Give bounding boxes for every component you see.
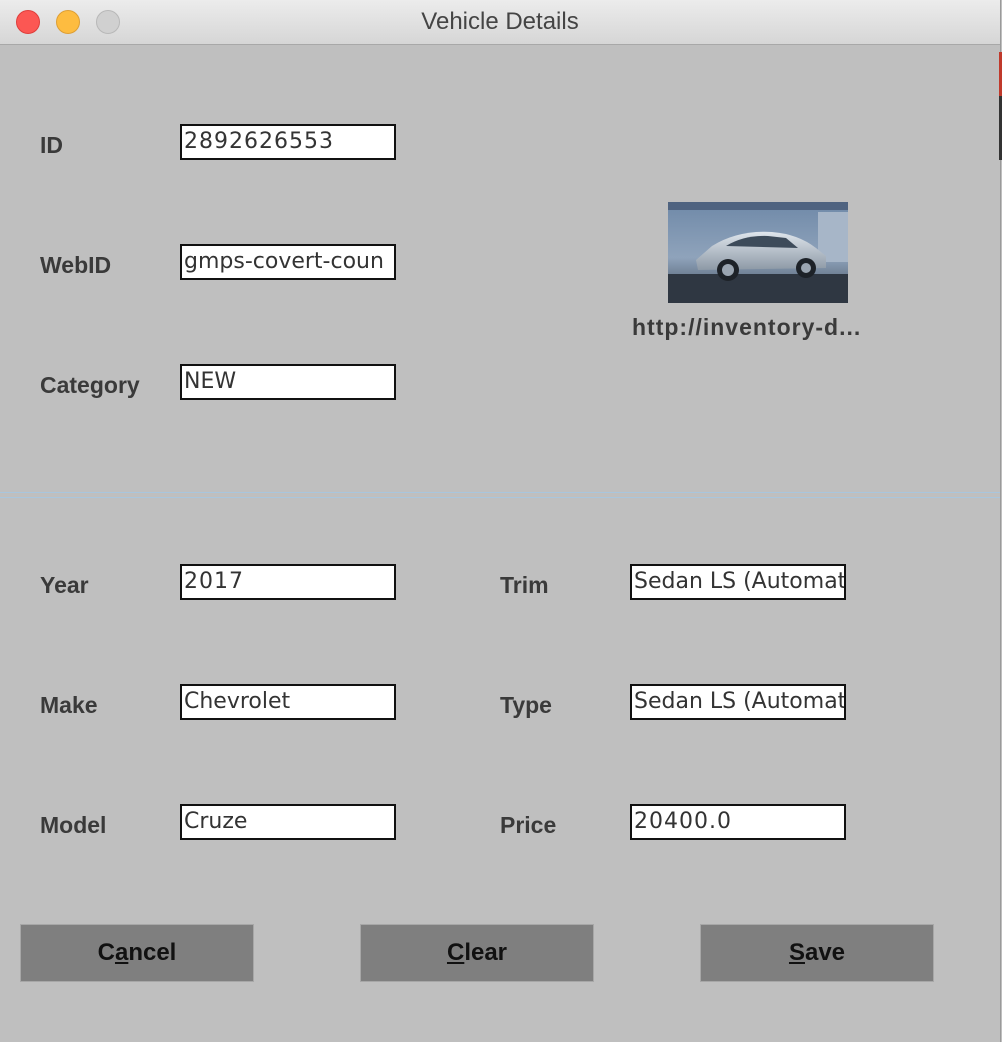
photo-url-text: http://inventory-d... (632, 314, 862, 340)
cancel-mnemonic: a (114, 939, 129, 966)
clear-label-post: lear (464, 939, 508, 966)
clear-mnemonic: C (446, 939, 465, 966)
webid-field[interactable]: gmps-covert-coun (180, 244, 396, 280)
year-field[interactable]: 2017 (180, 564, 396, 600)
save-mnemonic: S (788, 939, 805, 966)
id-label: ID (40, 132, 63, 158)
trim-label: Trim (500, 572, 549, 598)
cancel-label-pre: C (97, 939, 115, 966)
section-divider (0, 492, 1000, 498)
cancel-label-post: ncel (128, 939, 177, 966)
cancel-button[interactable]: Ca ncel (20, 924, 254, 982)
clear-button[interactable]: Clear (360, 924, 594, 982)
type-field[interactable]: Sedan LS (Automat (630, 684, 846, 720)
price-field[interactable]: 20400.0 (630, 804, 846, 840)
save-label-post: ave (804, 939, 846, 966)
model-label: Model (40, 812, 107, 838)
webid-label: WebID (40, 252, 112, 278)
year-label: Year (40, 572, 89, 598)
title-bar: Vehicle Details (0, 0, 1000, 45)
vehicle-details-window: Vehicle Details ID 2892626553 WebID gmps… (0, 0, 1001, 1042)
vehicle-photo (668, 202, 848, 303)
category-label: Category (40, 372, 140, 398)
model-field[interactable]: Cruze (180, 804, 396, 840)
make-label: Make (40, 692, 98, 718)
make-field[interactable]: Chevrolet (180, 684, 396, 720)
price-label: Price (500, 812, 557, 838)
save-button[interactable]: Save (700, 924, 934, 982)
category-field[interactable]: NEW (180, 364, 396, 400)
type-label: Type (500, 692, 552, 718)
window-title: Vehicle Details (421, 8, 579, 35)
id-field[interactable]: 2892626553 (180, 124, 396, 160)
trim-field[interactable]: Sedan LS (Automat (630, 564, 846, 600)
